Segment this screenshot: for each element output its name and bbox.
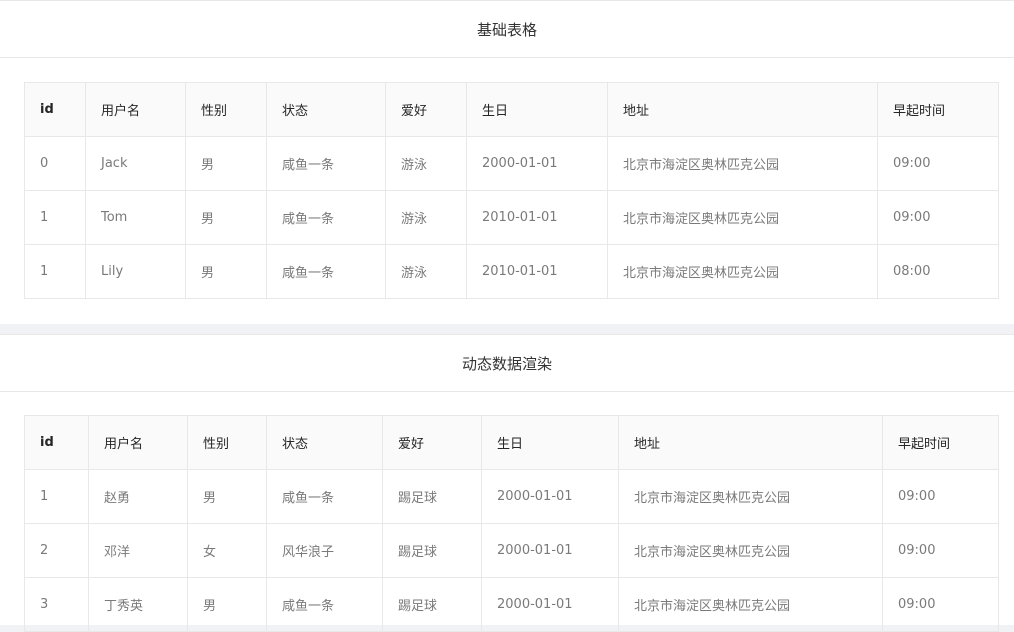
cell-gender: 男	[185, 190, 267, 245]
cell-id: 1	[24, 244, 86, 299]
table-header-row: id 用户名 性别 状态 爱好 生日 地址 早起时间	[24, 415, 999, 470]
cell-status: 咸鱼一条	[266, 469, 383, 524]
cell-status: 咸鱼一条	[266, 136, 386, 191]
cell-status: 咸鱼一条	[266, 577, 383, 632]
column-header-wake-time[interactable]: 早起时间	[877, 82, 999, 137]
cell-address: 北京市海淀区奥林匹克公园	[607, 136, 878, 191]
cell-gender: 男	[187, 469, 267, 524]
cell-status: 咸鱼一条	[266, 244, 386, 299]
column-header-wake-time[interactable]: 早起时间	[882, 415, 999, 470]
column-header-id[interactable]: id	[24, 82, 86, 137]
column-header-hobby[interactable]: 爱好	[385, 82, 467, 137]
cell-gender: 男	[187, 577, 267, 632]
cell-id: 1	[24, 190, 86, 245]
cell-username: 丁秀英	[88, 577, 188, 632]
column-header-birthday[interactable]: 生日	[481, 415, 619, 470]
cell-gender: 女	[187, 523, 267, 578]
cell-hobby: 踢足球	[382, 523, 482, 578]
column-header-address[interactable]: 地址	[618, 415, 883, 470]
cell-hobby: 踢足球	[382, 577, 482, 632]
cell-hobby: 游泳	[385, 244, 467, 299]
cell-username: Tom	[85, 190, 186, 245]
table-row[interactable]: 0 Jack 男 咸鱼一条 游泳 2000-01-01 北京市海淀区奥林匹克公园…	[24, 136, 999, 191]
cell-username: Jack	[85, 136, 186, 191]
column-header-birthday[interactable]: 生日	[466, 82, 608, 137]
cell-username: Lily	[85, 244, 186, 299]
basic-table-card: 基础表格 id 用户名 性别 状态 爱好 生日 地址 早起时间 0 Jack 男…	[0, 0, 1014, 324]
column-header-username[interactable]: 用户名	[88, 415, 188, 470]
cell-birthday: 2000-01-01	[466, 136, 608, 191]
cell-birthday: 2000-01-01	[481, 469, 619, 524]
dynamic-table-card: 动态数据渲染 id 用户名 性别 状态 爱好 生日 地址 早起时间 1 赵勇 男…	[0, 334, 1014, 632]
table-row[interactable]: 1 Lily 男 咸鱼一条 游泳 2010-01-01 北京市海淀区奥林匹克公园…	[24, 244, 999, 299]
cell-birthday: 2010-01-01	[466, 190, 608, 245]
cell-id: 3	[24, 577, 89, 632]
cell-wake-time: 09:00	[877, 136, 999, 191]
basic-table: id 用户名 性别 状态 爱好 生日 地址 早起时间 0 Jack 男 咸鱼一条…	[24, 82, 999, 299]
cell-hobby: 踢足球	[382, 469, 482, 524]
column-header-address[interactable]: 地址	[607, 82, 878, 137]
cell-wake-time: 08:00	[877, 244, 999, 299]
table-row[interactable]: 2 邓洋 女 风华浪子 踢足球 2000-01-01 北京市海淀区奥林匹克公园 …	[24, 523, 999, 578]
table-row[interactable]: 3 丁秀英 男 咸鱼一条 踢足球 2000-01-01 北京市海淀区奥林匹克公园…	[24, 577, 999, 632]
column-header-gender[interactable]: 性别	[187, 415, 267, 470]
cell-birthday: 2010-01-01	[466, 244, 608, 299]
cell-status: 咸鱼一条	[266, 190, 386, 245]
cell-address: 北京市海淀区奥林匹克公园	[618, 577, 883, 632]
cell-address: 北京市海淀区奥林匹克公园	[618, 523, 883, 578]
cell-hobby: 游泳	[385, 136, 467, 191]
cell-birthday: 2000-01-01	[481, 577, 619, 632]
card-title: 动态数据渲染	[0, 334, 1014, 392]
cell-username: 赵勇	[88, 469, 188, 524]
cell-gender: 男	[185, 244, 267, 299]
column-header-hobby[interactable]: 爱好	[382, 415, 482, 470]
cell-address: 北京市海淀区奥林匹克公园	[618, 469, 883, 524]
cell-id: 0	[24, 136, 86, 191]
column-header-username[interactable]: 用户名	[85, 82, 186, 137]
cell-wake-time: 09:00	[882, 577, 999, 632]
cell-id: 2	[24, 523, 89, 578]
dynamic-table: id 用户名 性别 状态 爱好 生日 地址 早起时间 1 赵勇 男 咸鱼一条 踢…	[24, 415, 999, 632]
cell-id: 1	[24, 469, 89, 524]
table-header-row: id 用户名 性别 状态 爱好 生日 地址 早起时间	[24, 82, 999, 137]
cell-address: 北京市海淀区奥林匹克公园	[607, 244, 878, 299]
cell-hobby: 游泳	[385, 190, 467, 245]
table-row[interactable]: 1 赵勇 男 咸鱼一条 踢足球 2000-01-01 北京市海淀区奥林匹克公园 …	[24, 469, 999, 524]
column-header-status[interactable]: 状态	[266, 82, 386, 137]
column-header-status[interactable]: 状态	[266, 415, 383, 470]
cell-wake-time: 09:00	[877, 190, 999, 245]
cell-status: 风华浪子	[266, 523, 383, 578]
column-header-id[interactable]: id	[24, 415, 89, 470]
cell-username: 邓洋	[88, 523, 188, 578]
cell-wake-time: 09:00	[882, 523, 999, 578]
card-title: 基础表格	[0, 0, 1014, 58]
cell-wake-time: 09:00	[882, 469, 999, 524]
cell-address: 北京市海淀区奥林匹克公园	[607, 190, 878, 245]
column-header-gender[interactable]: 性别	[185, 82, 267, 137]
table-row[interactable]: 1 Tom 男 咸鱼一条 游泳 2010-01-01 北京市海淀区奥林匹克公园 …	[24, 190, 999, 245]
cell-gender: 男	[185, 136, 267, 191]
cell-birthday: 2000-01-01	[481, 523, 619, 578]
